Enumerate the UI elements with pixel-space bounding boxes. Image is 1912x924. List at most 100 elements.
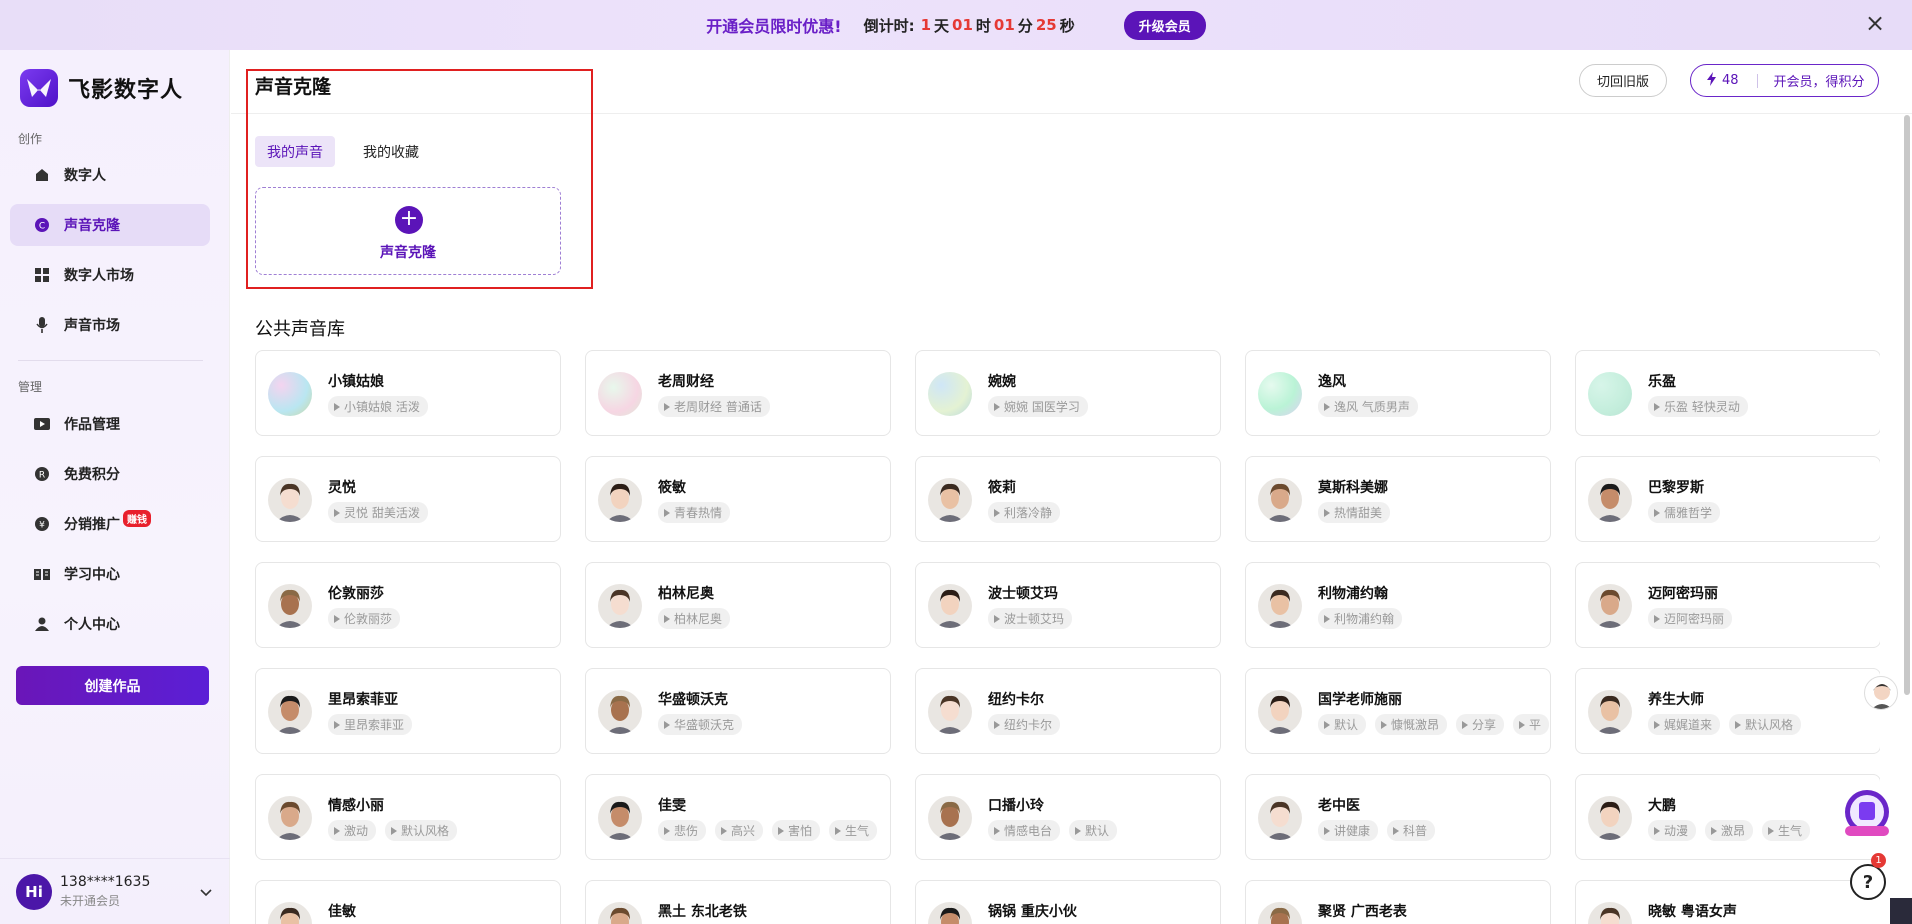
voice-tag-play[interactable]: 逸风 气质男声 — [1318, 396, 1418, 417]
voice-card[interactable]: 利物浦约翰 利物浦约翰 — [1245, 562, 1551, 648]
sidebar-item-works[interactable]: 作品管理 — [10, 403, 210, 445]
voice-tag-play[interactable]: 默认风格 — [385, 820, 458, 841]
voice-card[interactable]: 莫斯科美娜 热情甜美 — [1245, 456, 1551, 542]
voice-card[interactable]: 柏林尼奥 柏林尼奥 — [585, 562, 891, 648]
voice-card[interactable]: 里昂索菲亚 里昂索菲亚 — [255, 668, 561, 754]
sidebar-item-voice-market[interactable]: 声音市场 — [10, 304, 210, 346]
points-button[interactable]: 48 开会员，得积分 — [1690, 64, 1879, 97]
voice-card[interactable]: 情感小丽 激动 默认风格 — [255, 774, 561, 860]
user-panel[interactable]: Hi 138****1635 未开通会员 — [0, 858, 230, 924]
create-work-button[interactable]: 创建作品 — [16, 666, 209, 705]
voice-tag-play[interactable]: 华盛顿沃克 — [658, 714, 743, 735]
voice-tag-play[interactable]: 波士顿艾玛 — [988, 608, 1073, 629]
voice-card[interactable]: 乐盈 乐盈 轻快灵动 — [1575, 350, 1880, 436]
voice-tag-play[interactable]: 生气 — [1762, 820, 1811, 841]
voice-tag-play[interactable]: 默认风格 — [1729, 714, 1802, 735]
promo-float-icon[interactable] — [1839, 790, 1895, 840]
voice-tag-play[interactable]: 高兴 — [715, 820, 764, 841]
play-icon — [1381, 720, 1388, 729]
sidebar-item-voice-clone[interactable]: C 声音克隆 — [10, 204, 210, 246]
voice-card[interactable]: 婉婉 婉婉 国医学习 — [915, 350, 1221, 436]
voice-tags: 华盛顿沃克 — [658, 714, 751, 735]
voice-card[interactable]: 老周财经 老周财经 普通话 — [585, 350, 891, 436]
voice-tag-play[interactable]: 灵悦 甜美活泼 — [328, 502, 428, 523]
voice-tag-play[interactable]: 伦敦丽莎 — [328, 608, 401, 629]
voice-tag-play[interactable]: 分享 — [1456, 714, 1505, 735]
sidebar-item-human-market[interactable]: 数字人市场 — [10, 254, 210, 296]
voice-tag-play[interactable]: 柏林尼奥 — [658, 608, 731, 629]
sidebar-item-profile[interactable]: 个人中心 — [10, 603, 210, 645]
voice-card[interactable]: 华盛顿沃克 华盛顿沃克 — [585, 668, 891, 754]
voice-card[interactable]: 小镇姑娘 小镇姑娘 活泼 — [255, 350, 561, 436]
voice-card[interactable]: 国学老师施丽 默认 慷慨激昂 分享 平 — [1245, 668, 1551, 754]
voice-card[interactable]: 佳敏 — [255, 880, 561, 924]
voice-card[interactable]: 佳雯 悲伤 高兴 害怕 生气 — [585, 774, 891, 860]
voice-tag-play[interactable]: 悲伤 — [658, 820, 707, 841]
voice-tag-play[interactable]: 激动 — [328, 820, 377, 841]
voice-tag-play[interactable]: 默认 — [1318, 714, 1367, 735]
voice-card[interactable]: 聚贤 广西老表 — [1245, 880, 1551, 924]
voice-tag-play[interactable]: 老周财经 普通话 — [658, 396, 770, 417]
voice-tag-play[interactable]: 热情甜美 — [1318, 502, 1391, 523]
voice-name: 口播小玲 — [988, 798, 1044, 814]
voice-card[interactable]: 老中医 讲健康 科普 — [1245, 774, 1551, 860]
voice-tag-play[interactable]: 默认 — [1069, 820, 1118, 841]
voice-tag-play[interactable]: 利落冷静 — [988, 502, 1061, 523]
sidebar-item-distribution[interactable]: ¥ 分销推广 赚钱 — [10, 503, 210, 545]
voice-card[interactable]: 筱莉 利落冷静 — [915, 456, 1221, 542]
tab-favorites[interactable]: 我的收藏 — [351, 136, 431, 167]
voice-tag-play[interactable]: 娓娓道来 — [1648, 714, 1721, 735]
voice-tag-play[interactable]: 平 — [1513, 714, 1550, 735]
voice-tag-play[interactable]: 激昂 — [1705, 820, 1754, 841]
voice-card[interactable]: 逸风 逸风 气质男声 — [1245, 350, 1551, 436]
voice-avatar — [928, 372, 972, 416]
voice-tag-play[interactable]: 青春热情 — [658, 502, 731, 523]
voice-tag-play[interactable]: 乐盈 轻快灵动 — [1648, 396, 1748, 417]
voice-clone-card[interactable]: + 声音克隆 — [255, 187, 561, 275]
help-icon[interactable]: ? — [1850, 864, 1886, 900]
voice-tag-play[interactable]: 纽约卡尔 — [988, 714, 1061, 735]
voice-tag-play[interactable]: 里昂索菲亚 — [328, 714, 413, 735]
voice-card[interactable]: 口播小玲情感电台 默认 — [915, 774, 1221, 860]
play-icon — [664, 614, 670, 623]
voice-tag-play[interactable]: 利物浦约翰 — [1318, 608, 1403, 629]
voice-tag-play[interactable]: 讲健康 — [1318, 820, 1379, 841]
voice-card[interactable]: 养生大师 娓娓道来 默认风格 — [1575, 668, 1880, 754]
voice-card[interactable]: 迈阿密玛丽 迈阿密玛丽 — [1575, 562, 1880, 648]
voice-tag-play[interactable]: 小镇姑娘 活泼 — [328, 396, 428, 417]
brand-logo[interactable]: 飞影数字人 — [20, 69, 183, 107]
upgrade-button[interactable]: 升级会员 — [1123, 10, 1206, 40]
voice-card[interactable]: 巴黎罗斯 儒雅哲学 — [1575, 456, 1880, 542]
library-title: 公共声音库 — [255, 319, 345, 340]
sidebar-item-digital-human[interactable]: 数字人 — [10, 154, 210, 196]
chevron-down-icon[interactable] — [200, 885, 212, 901]
sidebar-item-label: 免费积分 — [64, 467, 120, 483]
switch-old-version-button[interactable]: 切回旧版 — [1579, 64, 1667, 97]
voice-card[interactable]: 伦敦丽莎 伦敦丽莎 — [255, 562, 561, 648]
voice-card[interactable]: 波士顿艾玛 波士顿艾玛 — [915, 562, 1221, 648]
voice-tag-play[interactable]: 迈阿密玛丽 — [1648, 608, 1733, 629]
voice-tag-play[interactable]: 情感电台 — [988, 820, 1061, 841]
voice-card[interactable]: 纽约卡尔 纽约卡尔 — [915, 668, 1221, 754]
voice-card[interactable]: 灵悦 灵悦 甜美活泼 — [255, 456, 561, 542]
voice-tag-play[interactable]: 害怕 — [772, 820, 821, 841]
voice-tag-play[interactable]: 婉婉 国医学习 — [988, 396, 1088, 417]
voice-tag-play[interactable]: 动漫 — [1648, 820, 1697, 841]
tab-my-voices[interactable]: 我的声音 — [255, 136, 335, 167]
voice-card[interactable]: 晓敏 粤语女声 — [1575, 880, 1880, 924]
voice-tag-play[interactable]: 生气 — [829, 820, 878, 841]
voice-tag-play[interactable]: 慷慨激昂 — [1375, 714, 1448, 735]
voice-card[interactable]: 锅锅 重庆小伙 — [915, 880, 1221, 924]
sidebar-item-learning[interactable]: 学习中心 — [10, 553, 210, 595]
voice-tag-play[interactable]: 儒雅哲学 — [1648, 502, 1721, 523]
voice-tags: 激动 默认风格 — [328, 820, 466, 841]
scrollbar[interactable] — [1904, 115, 1910, 695]
voice-card[interactable]: 筱敏 青春热情 — [585, 456, 891, 542]
voice-card[interactable]: 黑土 东北老铁 — [585, 880, 891, 924]
corner-flag-icon[interactable] — [1890, 898, 1912, 924]
voice-tag-play[interactable]: 科普 — [1387, 820, 1436, 841]
voice-card[interactable]: 大鹏 动漫 激昂 生气 — [1575, 774, 1880, 860]
close-icon[interactable]: × — [1864, 11, 1886, 35]
sidebar-item-free-points[interactable]: R 免费积分 — [10, 453, 210, 495]
assistant-avatar[interactable] — [1864, 676, 1898, 710]
